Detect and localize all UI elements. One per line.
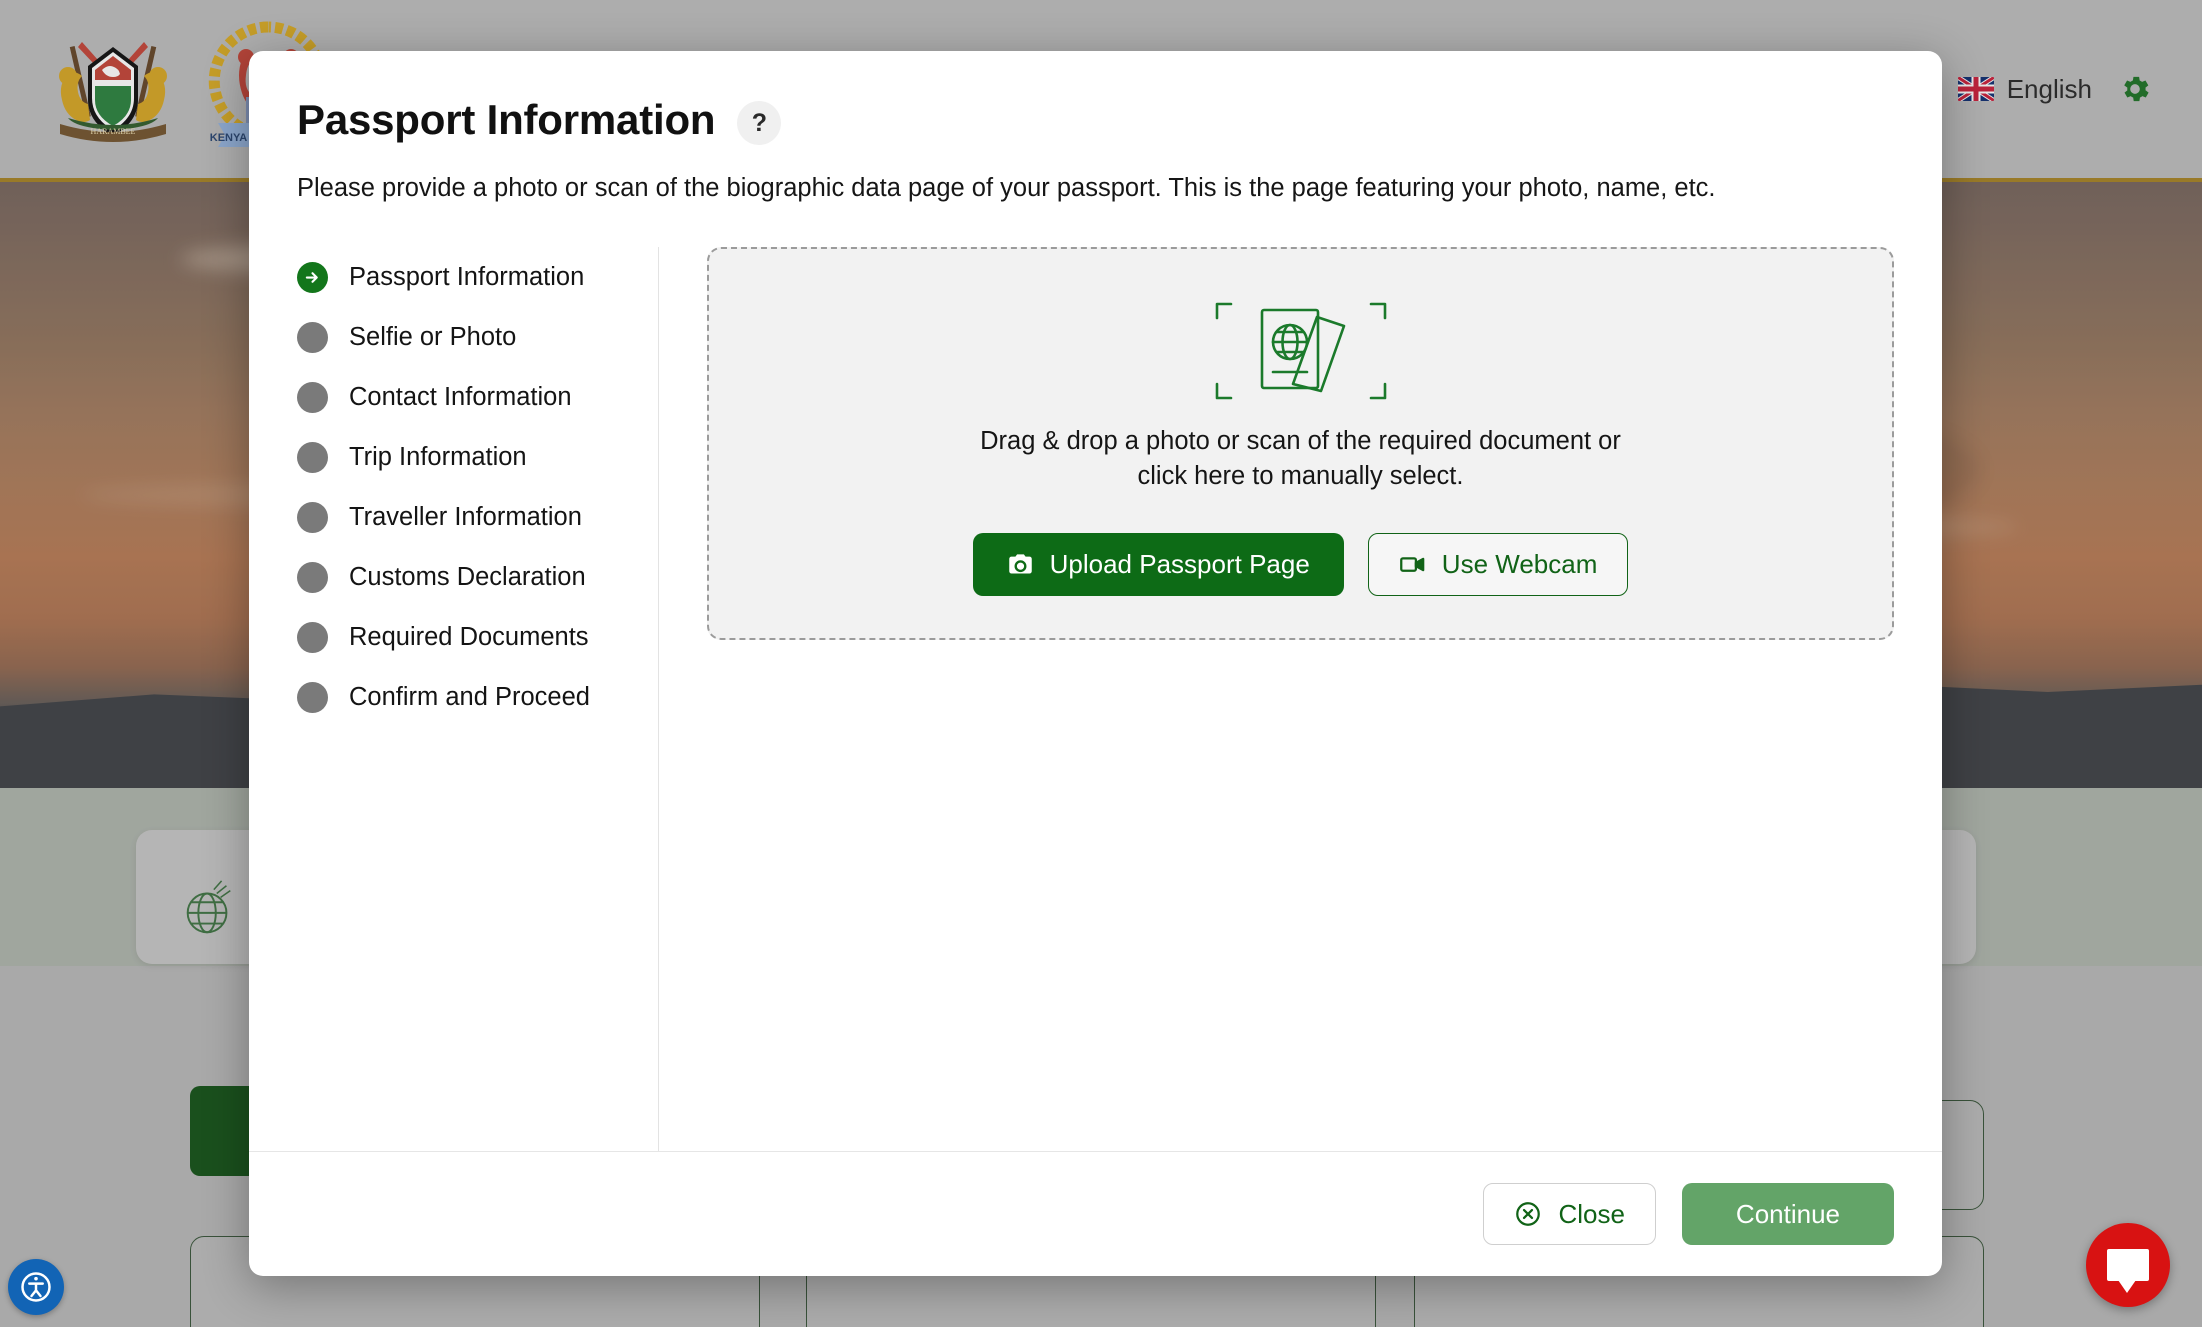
dropzone[interactable]: Drag & drop a photo or scan of the requi… [707, 247, 1894, 641]
accessibility-icon [18, 1269, 54, 1305]
step-label: Selfie or Photo [349, 322, 517, 351]
step-label: Confirm and Proceed [349, 682, 590, 711]
step-label: Required Documents [349, 622, 589, 651]
page-root: HARAMBEE KENYA English Passport Informat… [0, 0, 2202, 1327]
modal-footer: Close Continue [249, 1151, 1942, 1276]
step-dot-icon [297, 561, 328, 593]
modal-body: Passport Information Selfie or Photo Con… [249, 205, 1942, 1151]
passport-information-modal: Passport Information ? Please provide a … [249, 51, 1942, 1276]
step-arrow-icon [297, 261, 328, 293]
step-label: Contact Information [349, 382, 572, 411]
dropzone-instruction: Drag & drop a photo or scan of the requi… [980, 424, 1621, 494]
step-dot-icon [297, 321, 328, 353]
steps-sidebar: Passport Information Selfie or Photo Con… [297, 247, 659, 1151]
step-dot-icon [297, 681, 328, 713]
dropzone-actions: Upload Passport Page Use Webcam [972, 532, 1629, 596]
upload-button-label: Upload Passport Page [1049, 548, 1310, 579]
sidebar-item-confirm-and-proceed[interactable]: Confirm and Proceed [297, 667, 634, 727]
close-circle-icon [1514, 1200, 1542, 1228]
sidebar-item-traveller-information[interactable]: Traveller Information [297, 487, 634, 547]
sidebar-item-passport-information[interactable]: Passport Information [297, 247, 634, 307]
close-button[interactable]: Close [1483, 1183, 1656, 1245]
modal-header: Passport Information ? Please provide a … [249, 51, 1942, 205]
step-dot-icon [297, 501, 328, 533]
continue-button[interactable]: Continue [1681, 1183, 1894, 1245]
page-title: Passport Information [297, 96, 716, 143]
sidebar-item-contact-information[interactable]: Contact Information [297, 367, 634, 427]
sidebar-item-required-documents[interactable]: Required Documents [297, 607, 634, 667]
passport-document-icon [1207, 292, 1395, 410]
camera-icon [1007, 551, 1034, 578]
close-button-label: Close [1558, 1198, 1625, 1229]
step-dot-icon [297, 381, 328, 413]
step-dot-icon [297, 621, 328, 653]
step-dot-icon [297, 441, 328, 473]
dropzone-line-2: click here to manually select. [1137, 462, 1464, 491]
step-label: Customs Declaration [349, 562, 586, 591]
use-webcam-button[interactable]: Use Webcam [1367, 532, 1629, 596]
upload-panel: Drag & drop a photo or scan of the requi… [659, 247, 1894, 1151]
sidebar-item-customs-declaration[interactable]: Customs Declaration [297, 547, 634, 607]
step-label: Passport Information [349, 262, 585, 291]
chat-widget-button[interactable] [2086, 1223, 2170, 1307]
dropzone-line-1: Drag & drop a photo or scan of the requi… [980, 427, 1621, 456]
help-icon[interactable]: ? [737, 101, 782, 145]
step-label: Traveller Information [349, 502, 582, 531]
chat-bubble-icon [2107, 1249, 2149, 1293]
accessibility-widget-button[interactable] [8, 1259, 64, 1315]
step-label: Trip Information [349, 442, 527, 471]
sidebar-item-selfie-or-photo[interactable]: Selfie or Photo [297, 307, 634, 367]
sidebar-item-trip-information[interactable]: Trip Information [297, 427, 634, 487]
upload-passport-page-button[interactable]: Upload Passport Page [972, 532, 1344, 596]
webcam-button-label: Use Webcam [1441, 548, 1598, 579]
continue-button-label: Continue [1735, 1198, 1840, 1229]
video-camera-icon [1399, 551, 1426, 578]
modal-subtitle: Please provide a photo or scan of the bi… [297, 174, 1716, 202]
modal-title-row: Passport Information ? [297, 95, 1894, 145]
